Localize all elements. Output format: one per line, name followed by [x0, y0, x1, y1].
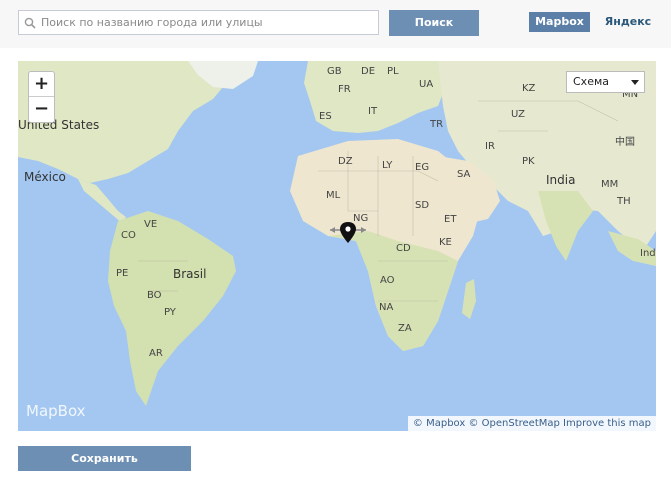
map-label-es: ES [319, 111, 332, 122]
attribution-osm-link[interactable]: © OpenStreetMap [468, 418, 559, 429]
top-bar: Поиск Mapbox Яндекс [0, 0, 671, 48]
map-label-it: IT [368, 106, 378, 117]
map-label-ua: UA [419, 79, 434, 90]
map-label-brasil: Brasil [173, 267, 207, 281]
map-label-gb: GB [327, 66, 342, 77]
map-label-mexico: México [24, 170, 66, 184]
map-view[interactable]: United States México Brasil India 中国 VE … [18, 61, 656, 431]
zoom-out-button[interactable]: − [29, 97, 54, 122]
map-label-pe: PE [116, 268, 129, 279]
search-box[interactable] [18, 10, 379, 35]
mapbox-wordmark: MapBox [26, 402, 86, 420]
map-label-ar: AR [149, 348, 163, 359]
attribution-mapbox-link[interactable]: © Mapbox [413, 418, 465, 429]
map-label-co: CO [121, 230, 136, 241]
map-label-tr: TR [430, 119, 444, 130]
map-layer-selected: Схема [573, 75, 609, 88]
map-label-sd: SD [415, 200, 430, 211]
search-icon [24, 17, 36, 29]
zoom-in-button[interactable]: + [29, 72, 54, 97]
map-label-ao: AO [380, 275, 395, 286]
zoom-control: + − [28, 71, 55, 123]
map-label-indonesia: Ind [640, 248, 656, 259]
map-label-fr: FR [338, 84, 351, 95]
map-label-eg: EG [415, 162, 430, 173]
map-layer-select[interactable]: Схема [566, 71, 645, 93]
map-label-th: TH [617, 196, 631, 207]
map-label-ly: LY [382, 160, 393, 171]
map-label-de: DE [361, 66, 376, 77]
map-attribution: © Mapbox © OpenStreetMap Improve this ma… [407, 416, 656, 431]
search-button[interactable]: Поиск [389, 10, 479, 36]
map-label-mm: MM [601, 179, 619, 190]
save-location-button[interactable]: Сохранить местоположение [18, 446, 191, 490]
map-label-pk: PK [522, 156, 535, 167]
map-label-ve: VE [144, 219, 158, 230]
map-label-uz: UZ [511, 109, 525, 120]
map-label-za: ZA [398, 323, 412, 334]
provider-mapbox-button[interactable]: Mapbox [529, 12, 590, 32]
map-label-bo: BO [147, 290, 162, 301]
map-label-ir: IR [485, 141, 495, 152]
search-input[interactable] [41, 13, 375, 32]
map-label-na: NA [379, 302, 394, 313]
map-label-pl: PL [387, 66, 399, 77]
location-marker-icon[interactable] [328, 221, 368, 247]
map-label-ml: ML [326, 190, 341, 201]
map-label-dz: DZ [338, 156, 353, 167]
map-label-sa: SA [457, 169, 471, 180]
map-label-china: 中国 [615, 137, 635, 148]
map-label-et: ET [444, 214, 457, 225]
map-label-kz: KZ [522, 83, 536, 94]
attribution-improve-link[interactable]: Improve this map [563, 418, 651, 429]
map-label-ke: KE [439, 237, 452, 248]
map-label-india: India [546, 173, 576, 187]
map-label-cd: CD [396, 243, 411, 254]
map-label-py: PY [164, 307, 176, 318]
provider-yandex-link[interactable]: Яндекс [604, 12, 652, 32]
caret-down-icon [631, 80, 639, 85]
